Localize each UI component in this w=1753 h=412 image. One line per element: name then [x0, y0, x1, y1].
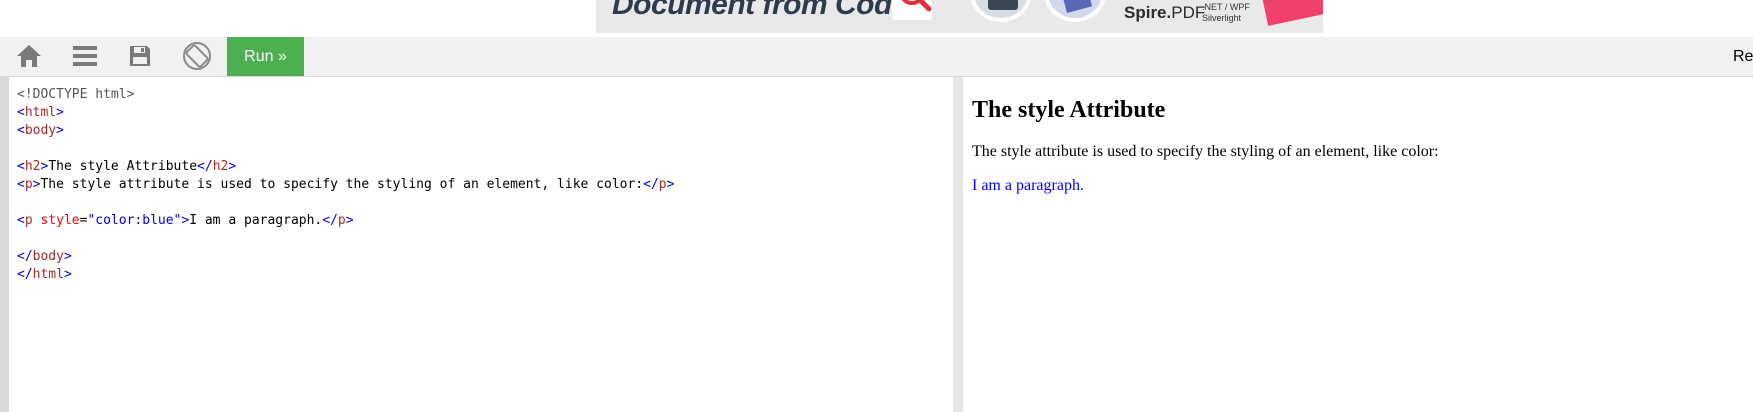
code-line[interactable]: <p style="color:blue">I am a paragraph.<… — [17, 212, 674, 230]
save-icon[interactable] — [125, 41, 155, 71]
code-token: > — [63, 267, 72, 282]
code-line[interactable]: </html> — [17, 266, 674, 284]
document-image — [1044, 0, 1106, 22]
code-line[interactable] — [17, 140, 674, 158]
code-token: p — [24, 213, 33, 228]
code-line[interactable]: <p>The style attribute is used to specif… — [17, 176, 674, 194]
menu-icon[interactable] — [70, 41, 100, 71]
code-token: h2 — [24, 159, 41, 174]
code-token: > — [56, 123, 64, 138]
code-line[interactable]: <!DOCTYPE html> — [17, 86, 674, 104]
code-editor[interactable]: <!DOCTYPE html> <html> <body> <h2>The style… — [9, 77, 953, 412]
code-token: I am a paragraph. — [189, 213, 323, 228]
code-token: body — [32, 249, 64, 264]
ad-headline: Document from Code — [612, 0, 909, 21]
code-token: < — [17, 213, 25, 228]
ad-banner[interactable]: Document from Code Spire.PDF .NET / WPF … — [596, 0, 1323, 33]
result-blue-paragraph: I am a paragraph. — [972, 177, 1084, 194]
rotate-icon[interactable] — [182, 41, 212, 71]
panel-splitter[interactable] — [953, 77, 963, 412]
magnifier-icon — [892, 0, 932, 20]
code-token: style — [40, 213, 80, 228]
code-content[interactable]: <!DOCTYPE html> <html> <body> <h2>The style… — [17, 86, 674, 284]
code-token: p — [337, 213, 346, 228]
code-token: </ — [322, 213, 338, 228]
code-line[interactable]: <body> — [17, 122, 674, 140]
code-token: <!DOCTYPE html> — [17, 87, 135, 102]
code-token: > — [345, 213, 354, 228]
ad-platforms: .NET / WPF Silverlight — [1202, 2, 1250, 23]
home-icon[interactable] — [14, 41, 44, 71]
code-token: </ — [643, 177, 659, 192]
code-line[interactable]: <h2>The style Attribute</h2> — [17, 158, 674, 176]
code-line[interactable]: </body> — [17, 248, 674, 266]
code-token: > — [56, 105, 64, 120]
code-token: < — [17, 105, 25, 120]
ad-product-name: Spire.PDF — [1124, 3, 1206, 22]
workspace: <!DOCTYPE html> <html> <body> <h2>The style… — [0, 76, 1753, 412]
code-token: h2 — [212, 159, 229, 174]
ad-ribbon — [1261, 0, 1323, 26]
code-token: The style Attribute — [48, 159, 198, 174]
code-token: html — [32, 267, 64, 282]
code-line[interactable]: <html> — [17, 104, 674, 122]
code-token: p — [658, 177, 667, 192]
code-token: < — [17, 177, 25, 192]
code-token: The style attribute is used to specify t… — [40, 177, 644, 192]
code-line[interactable] — [17, 194, 674, 212]
result-paragraph: The style attribute is used to specify t… — [972, 143, 1439, 160]
code-token: </ — [197, 159, 213, 174]
result-frame: The style Attribute The style attribute … — [963, 77, 1753, 412]
code-token: body — [24, 123, 57, 138]
code-token: < — [17, 159, 25, 174]
code-token: > — [228, 159, 237, 174]
code-token: "color:blue" — [87, 213, 182, 228]
toolbar: Run » Re — [0, 37, 1753, 76]
code-token: > — [666, 177, 675, 192]
code-line[interactable] — [17, 230, 674, 248]
code-token: < — [17, 123, 25, 138]
run-button[interactable]: Run » — [227, 37, 304, 76]
printer-image — [970, 0, 1032, 22]
code-token: p — [24, 177, 33, 192]
result-heading: The style Attribute — [972, 97, 1166, 123]
code-token: </ — [17, 249, 33, 264]
code-token: > — [63, 249, 72, 264]
result-size-label: Re — [1733, 48, 1753, 65]
code-token: </ — [17, 267, 33, 282]
code-token: html — [24, 105, 57, 120]
